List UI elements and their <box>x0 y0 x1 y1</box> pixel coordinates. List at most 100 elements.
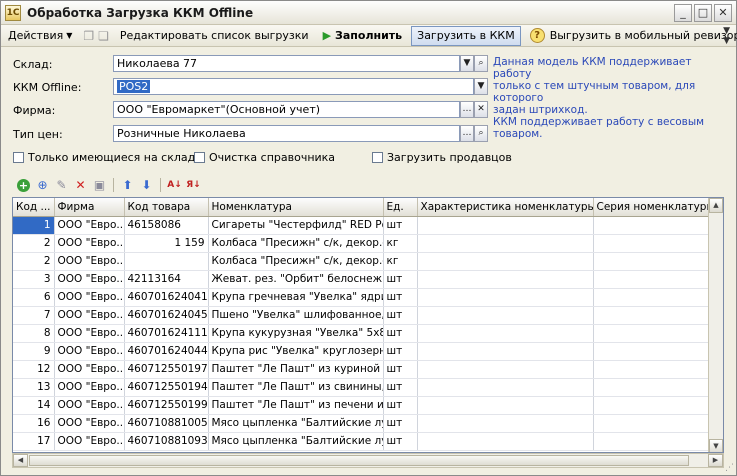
table-cell[interactable] <box>593 234 710 253</box>
column-header[interactable]: Фирма <box>54 198 125 217</box>
table-cell[interactable] <box>593 342 710 361</box>
table-cell[interactable]: кг <box>383 234 418 253</box>
close-button[interactable]: ✕ <box>714 3 732 22</box>
clear-directory-checkbox[interactable]: Очистка справочника <box>194 151 335 164</box>
price-type-field[interactable]: Розничные Николаева <box>113 125 460 142</box>
scroll-right-icon[interactable]: ▶ <box>708 454 723 467</box>
table-row[interactable]: 3 ООО "Евро... 42113164 Жеват. рез. "Орбит"… <box>13 270 710 289</box>
table-row[interactable]: 13 ООО "Евро... 4607125501946 Паштет "Ле Па… <box>13 378 710 397</box>
table-cell[interactable]: 7 <box>13 306 55 325</box>
copy-row-icon[interactable]: ⊕ <box>34 177 51 194</box>
fill-button[interactable]: ▶ Заполнить <box>318 26 408 46</box>
table-cell[interactable]: 16 <box>13 414 55 433</box>
warehouse-dropdown-icon[interactable]: ▼ <box>460 55 474 72</box>
table-row[interactable]: 9 ООО "Евро... 4607016240442 Крупа рис "Уве… <box>13 342 710 361</box>
table-cell[interactable]: 4607016240442 <box>124 342 209 361</box>
actions-menu[interactable]: Действия ▼ <box>3 26 77 46</box>
table-cell[interactable] <box>417 414 594 433</box>
table-cell[interactable] <box>417 342 594 361</box>
horizontal-scrollbar[interactable]: ◀ ▶ <box>12 453 724 468</box>
table-cell[interactable]: 12 <box>13 360 55 379</box>
table-cell[interactable]: Мясо цыпленка "Балтийские луг... <box>208 414 384 433</box>
table-row[interactable]: 2 ООО "Евро... 1 159 Колбаса "Пресижн" с/к,… <box>13 234 710 253</box>
table-cell[interactable] <box>593 270 710 289</box>
table-cell[interactable]: шт <box>383 306 418 325</box>
table-cell[interactable]: Крупа гречневая "Увелка" ядрищ... <box>208 288 384 307</box>
scroll-down-icon[interactable]: ▼ <box>709 439 723 452</box>
column-header[interactable]: Код товара <box>124 198 209 217</box>
table-cell[interactable]: 13 <box>13 378 55 397</box>
table-cell[interactable] <box>593 252 710 271</box>
table-cell[interactable]: 9 <box>13 342 55 361</box>
move-up-icon[interactable]: ⬆ <box>119 177 136 194</box>
table-cell[interactable]: ООО "Евро... <box>54 414 125 433</box>
price-type-search-icon[interactable]: ⌕ <box>474 125 488 142</box>
table-cell[interactable]: ООО "Евро... <box>54 396 125 415</box>
table-cell[interactable]: шт <box>383 378 418 397</box>
end-edit-icon[interactable]: ▣ <box>91 177 108 194</box>
minimize-button[interactable]: _ <box>674 3 692 22</box>
items-table[interactable]: Код ... Фирма Код товара Номенклатура Ед… <box>12 197 724 453</box>
column-header[interactable]: Код ... <box>13 198 55 217</box>
table-cell[interactable] <box>417 396 594 415</box>
table-row[interactable]: 8 ООО "Евро... 4607016241111 Крупа кукурузн… <box>13 324 710 343</box>
table-cell[interactable]: кг <box>383 252 418 271</box>
warehouse-field[interactable]: Николаева 77 <box>113 55 460 72</box>
table-cell[interactable]: 2 <box>13 252 55 271</box>
table-cell[interactable] <box>593 414 710 433</box>
table-cell[interactable]: ООО "Евро... <box>54 306 125 325</box>
table-cell[interactable]: 4607125501946 <box>124 378 209 397</box>
table-cell[interactable]: Крупа кукурузная "Увелка" 5х80г... <box>208 324 384 343</box>
table-cell[interactable]: шт <box>383 270 418 289</box>
table-cell[interactable]: 17 <box>13 432 55 451</box>
scroll-thumb[interactable] <box>29 455 689 466</box>
table-cell[interactable]: ООО "Евро... <box>54 270 125 289</box>
table-cell[interactable]: 2 <box>13 234 55 253</box>
table-row[interactable]: 16 ООО "Евро... 4607108810058 Мясо цыпленка… <box>13 414 710 433</box>
table-cell[interactable] <box>124 252 209 271</box>
warehouse-search-icon[interactable]: ⌕ <box>474 55 488 72</box>
kkm-dropdown-icon[interactable]: ▼ <box>474 78 488 95</box>
table-cell[interactable]: 46158086 <box>124 216 209 235</box>
maximize-button[interactable]: □ <box>694 3 712 22</box>
table-cell[interactable] <box>417 288 594 307</box>
table-cell[interactable] <box>417 378 594 397</box>
table-cell[interactable] <box>417 216 594 235</box>
table-cell[interactable] <box>593 396 710 415</box>
paste-icon[interactable]: ❏ <box>98 28 109 44</box>
copy-icon[interactable]: ❐ <box>83 28 94 44</box>
scroll-left-icon[interactable]: ◀ <box>13 454 28 467</box>
table-cell[interactable]: Крупа рис "Увелка" круглозерн... <box>208 342 384 361</box>
table-cell[interactable]: ООО "Евро... <box>54 234 125 253</box>
column-header[interactable]: Ед. <box>383 198 418 217</box>
price-type-select-icon[interactable]: … <box>460 125 474 142</box>
firm-select-icon[interactable]: … <box>460 101 474 118</box>
table-cell[interactable]: 4607108810058 <box>124 414 209 433</box>
table-cell[interactable] <box>593 216 710 235</box>
table-row[interactable]: 2 ООО "Евро... Колбаса "Пресижн" с/к, деко… <box>13 252 710 271</box>
table-cell[interactable] <box>593 378 710 397</box>
table-cell[interactable]: шт <box>383 216 418 235</box>
table-cell[interactable]: ООО "Евро... <box>54 432 125 451</box>
table-cell[interactable] <box>417 324 594 343</box>
edit-row-icon[interactable]: ✎ <box>53 177 70 194</box>
sort-descending-icon[interactable]: Я↓ <box>185 177 202 194</box>
column-header[interactable]: Номенклатура <box>208 198 384 217</box>
load-sellers-checkbox[interactable]: Загрузить продавцов <box>372 151 512 164</box>
table-cell[interactable]: ООО "Евро... <box>54 342 125 361</box>
table-cell[interactable]: 4607016241111 <box>124 324 209 343</box>
load-kkm-button[interactable]: Загрузить в ККМ <box>411 25 521 46</box>
table-cell[interactable]: 3 <box>13 270 55 289</box>
table-cell[interactable]: 1 <box>13 216 55 235</box>
table-cell[interactable]: Колбаса "Пресижн" с/к, декор.с... <box>208 252 384 271</box>
table-cell[interactable]: 4607016240459 <box>124 306 209 325</box>
table-cell[interactable] <box>417 252 594 271</box>
table-cell[interactable]: 1 159 <box>124 234 209 253</box>
add-row-icon[interactable]: + <box>17 178 30 192</box>
delete-row-icon[interactable]: ✕ <box>72 177 89 194</box>
table-row[interactable]: 17 ООО "Евро... 4607108810935 Мясо цыпленка… <box>13 432 710 451</box>
table-cell[interactable]: шт <box>383 342 418 361</box>
table-cell[interactable]: Мясо цыпленка "Балтийские луг... <box>208 432 384 451</box>
table-cell[interactable]: 8 <box>13 324 55 343</box>
table-cell[interactable]: шт <box>383 288 418 307</box>
